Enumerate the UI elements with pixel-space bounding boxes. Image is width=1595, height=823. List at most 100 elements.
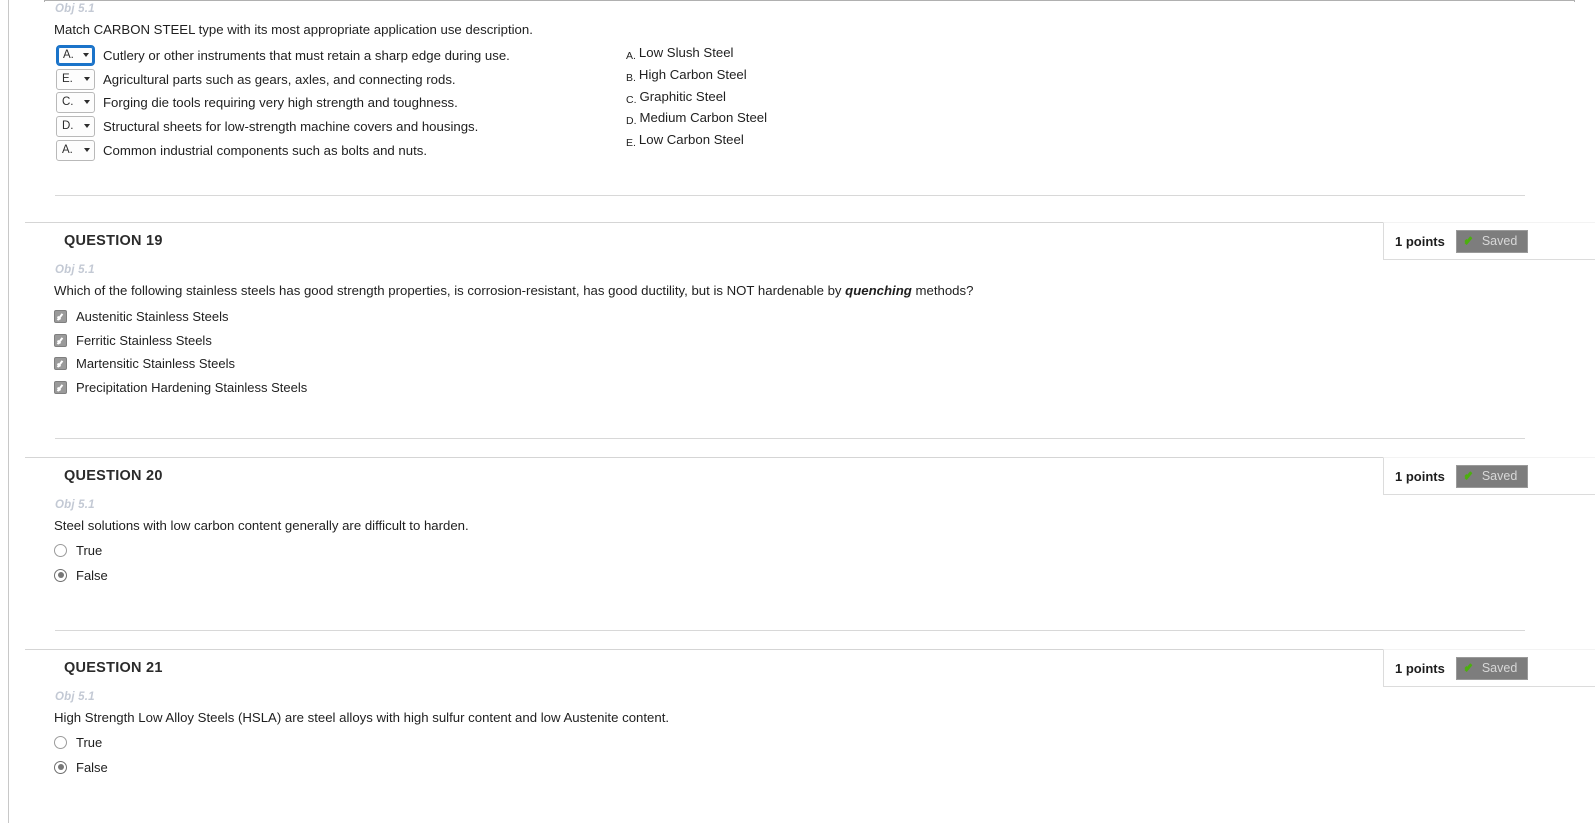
question-20-saved-label: Saved	[1481, 469, 1518, 483]
answer-choice-letter: E.	[626, 137, 636, 149]
match-select-4[interactable]: D.	[56, 115, 95, 137]
match-row: C. Forging die tools requiring very high…	[56, 91, 458, 113]
match-select-4-value: D.	[62, 120, 74, 132]
question-21-saved-badge: Saved	[1455, 656, 1529, 680]
question-19-objective-label: Obj 5.1	[55, 264, 95, 276]
question-21-option-false[interactable]: False	[54, 758, 108, 776]
answer-choice-text: High Carbon Steel	[638, 67, 747, 82]
question-20-header: QUESTION 20 1 points Saved	[0, 457, 1595, 501]
question-20-text: Steel solutions with low carbon content …	[54, 518, 469, 533]
question-20-meta: 1 points Saved	[1383, 457, 1595, 495]
question-21-text: High Strength Low Alloy Steels (HSLA) ar…	[54, 710, 670, 725]
checkbox-checked-icon[interactable]	[54, 309, 67, 323]
question-19-points: 1 points	[1395, 233, 1445, 249]
checkbox-checked-icon[interactable]	[54, 380, 67, 394]
question-19-option-3[interactable]: Martensitic Stainless Steels	[54, 354, 235, 372]
question-20-objective-label: Obj 5.1	[55, 499, 95, 511]
match-row: E. Agricultural parts such as gears, axl…	[56, 68, 456, 90]
chevron-down-icon	[83, 53, 89, 57]
chevron-down-icon	[84, 100, 90, 104]
question-19-option-2-label: Ferritic Stainless Steels	[76, 332, 212, 348]
checkbox-checked-icon[interactable]	[54, 356, 67, 370]
question-21-option-true-label: True	[76, 734, 103, 750]
question-20-title: QUESTION 20	[64, 468, 163, 484]
radio-selected-icon[interactable]	[54, 568, 67, 582]
matching-prompt: Match CARBON STEEL type with its most ap…	[54, 22, 533, 37]
question-20-saved-badge: Saved	[1455, 464, 1529, 488]
match-row: D. Structural sheets for low-strength ma…	[56, 115, 478, 137]
answer-choice: A. Low Slush Steel	[626, 45, 734, 62]
match-row: A. Cutlery or other instruments that mus…	[56, 44, 510, 66]
match-row: A. Common industrial components such as …	[56, 139, 427, 161]
question-20-option-false-label: False	[76, 567, 108, 583]
question-20-points: 1 points	[1395, 468, 1445, 484]
question-21-option-true[interactable]: True	[54, 733, 102, 751]
chevron-down-icon	[84, 77, 90, 81]
answer-choice-letter: D.	[626, 115, 637, 127]
answer-choice-letter: C.	[626, 94, 637, 106]
question-19-saved-label: Saved	[1481, 234, 1518, 248]
question-19-option-4-label: Precipitation Hardening Stainless Steels	[76, 379, 308, 395]
question-19-option-2[interactable]: Ferritic Stainless Steels	[54, 331, 212, 349]
question-20-option-true[interactable]: True	[54, 541, 102, 559]
question-19-meta: 1 points Saved	[1383, 222, 1595, 260]
radio-unselected-icon[interactable]	[54, 543, 67, 557]
question-19-option-3-label: Martensitic Stainless Steels	[76, 355, 235, 371]
question-19-option-1-label: Austenitic Stainless Steels	[76, 308, 229, 324]
checkmark-icon	[1464, 662, 1477, 675]
question-19-text: Which of the following stainless steels …	[54, 283, 973, 298]
section-divider	[55, 438, 1525, 439]
question-21-option-false-label: False	[76, 759, 108, 775]
checkmark-icon	[1464, 235, 1477, 248]
question-19-header: QUESTION 19 1 points Saved	[0, 222, 1595, 266]
answer-choice: D. Medium Carbon Steel	[626, 110, 768, 127]
checkmark-icon	[1464, 470, 1477, 483]
match-select-2-value: E.	[62, 73, 73, 85]
match-select-3[interactable]: C.	[56, 91, 95, 113]
match-description-1: Cutlery or other instruments that must r…	[103, 47, 510, 63]
answer-choice-text: Low Slush Steel	[638, 45, 734, 60]
match-description-3: Forging die tools requiring very high st…	[103, 94, 458, 110]
section-divider	[55, 195, 1525, 196]
content-left-rule	[8, 0, 9, 823]
answer-choice: C. Graphitic Steel	[626, 89, 727, 106]
answer-choice: B. High Carbon Steel	[626, 67, 747, 84]
question-19-saved-badge: Saved	[1455, 229, 1529, 253]
match-description-2: Agricultural parts such as gears, axles,…	[103, 71, 456, 87]
match-select-2[interactable]: E.	[56, 68, 95, 90]
match-select-5[interactable]: A.	[56, 139, 95, 161]
quiz-page: Obj 5.1 Match CARBON STEEL type with its…	[0, 0, 1595, 823]
answer-choice-letter: B.	[626, 72, 636, 84]
answer-choice-letter: A.	[626, 50, 636, 62]
matching-objective-label: Obj 5.1	[55, 3, 95, 15]
question-21-saved-label: Saved	[1481, 661, 1518, 675]
match-select-3-value: C.	[62, 96, 74, 108]
question-21-objective-label: Obj 5.1	[55, 691, 95, 703]
question-19-option-1[interactable]: Austenitic Stainless Steels	[54, 307, 228, 325]
previous-question-frame	[44, 0, 1575, 2]
radio-unselected-icon[interactable]	[54, 735, 67, 749]
question-19-text-part2: methods?	[911, 283, 974, 298]
answer-choice: E. Low Carbon Steel	[626, 132, 744, 149]
question-21-header: QUESTION 21 1 points Saved	[0, 649, 1595, 693]
match-select-1[interactable]: A.	[56, 44, 95, 66]
match-select-5-value: A.	[62, 144, 73, 156]
match-description-5: Common industrial components such as bol…	[103, 142, 427, 158]
question-21-title: QUESTION 21	[64, 660, 163, 676]
answer-choice-text: Medium Carbon Steel	[639, 110, 768, 125]
question-19-option-4[interactable]: Precipitation Hardening Stainless Steels	[54, 378, 307, 396]
match-select-1-value: A.	[63, 49, 74, 61]
chevron-down-icon	[84, 124, 90, 128]
answer-choice-text: Graphitic Steel	[639, 89, 727, 104]
section-divider	[55, 630, 1525, 631]
match-description-4: Structural sheets for low-strength machi…	[103, 118, 479, 134]
question-19-text-emphasis: quenching	[845, 283, 912, 298]
question-21-meta: 1 points Saved	[1383, 649, 1595, 687]
question-21-points: 1 points	[1395, 660, 1445, 676]
radio-selected-icon[interactable]	[54, 760, 67, 774]
question-20-option-false[interactable]: False	[54, 566, 108, 584]
checkbox-checked-icon[interactable]	[54, 333, 67, 347]
answer-choice-text: Low Carbon Steel	[638, 132, 744, 147]
question-20-option-true-label: True	[76, 542, 103, 558]
chevron-down-icon	[84, 148, 90, 152]
